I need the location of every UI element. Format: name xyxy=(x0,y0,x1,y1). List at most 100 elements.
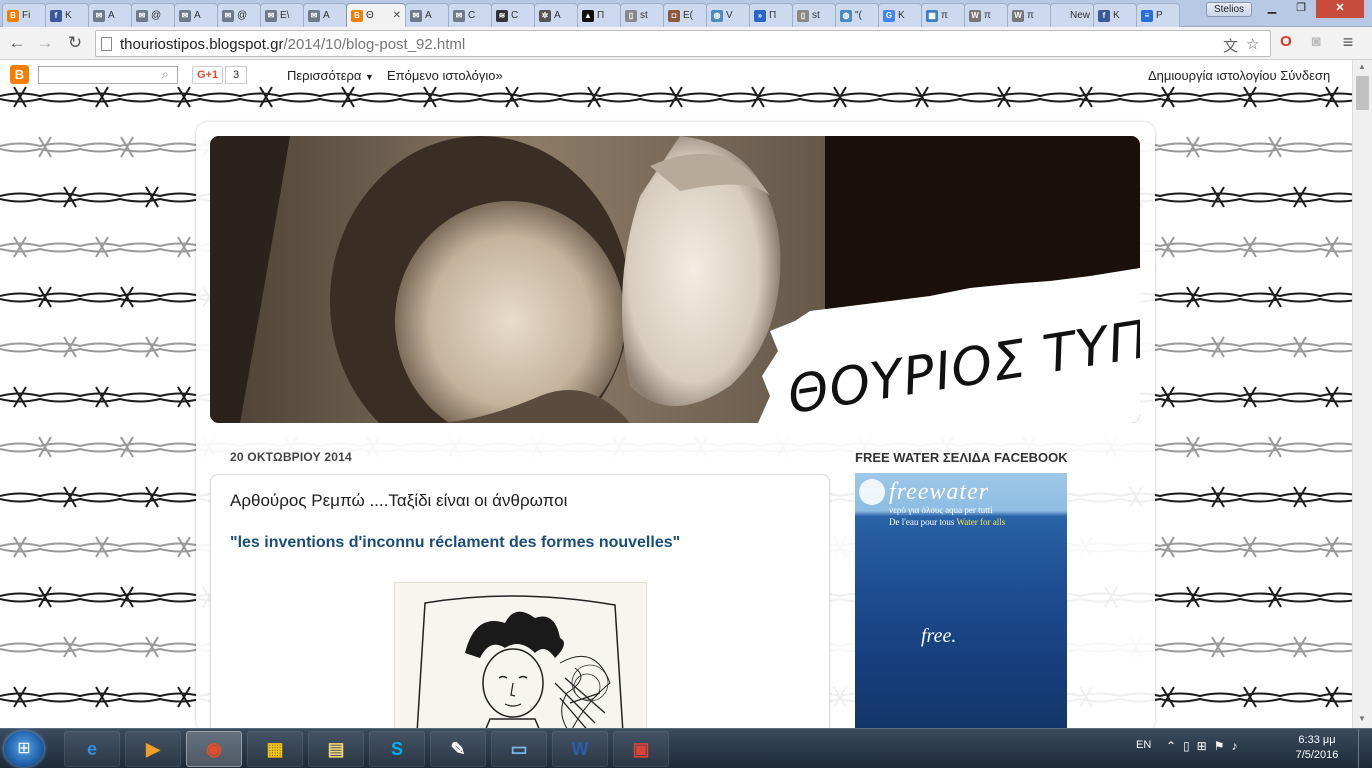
browser-tab[interactable]: ≋ C xyxy=(491,3,535,27)
clock[interactable]: 6:33 μμ 7/5/2016 xyxy=(1282,733,1352,763)
wire-barb xyxy=(177,236,191,258)
taskbar-media-player-icon[interactable]: ▶ xyxy=(125,731,181,767)
reload-button[interactable]: ↻ xyxy=(64,32,86,54)
browser-tab[interactable]: ✉ A xyxy=(303,3,347,27)
browser-tab[interactable]: New xyxy=(1050,3,1094,27)
tab-label: E( xyxy=(683,10,693,21)
taskbar-picture-app-icon[interactable]: ▣ xyxy=(613,731,669,767)
facebook-icon: f xyxy=(50,9,62,22)
language-indicator[interactable]: EN xyxy=(1136,739,1151,751)
camera-extension-icon[interactable]: ◙ xyxy=(1306,32,1326,52)
wire-barb xyxy=(669,86,683,108)
browser-tab[interactable]: » Π xyxy=(749,3,793,27)
browser-tab[interactable]: fK xyxy=(1093,3,1137,27)
create-blog-signin-links[interactable]: Δημιουργία ιστολογίου Σύνδεση xyxy=(1148,68,1330,83)
browser-tab[interactable]: ✲ A xyxy=(534,3,578,27)
gplus-button[interactable]: G+1 xyxy=(192,66,224,84)
tab-label: @ xyxy=(237,10,248,21)
browser-tab[interactable]: ✉ @ xyxy=(217,3,261,27)
back-button[interactable]: ← xyxy=(6,32,28,54)
url-text[interactable]: thouriostipos.blogspot.gr/2014/10/blog-p… xyxy=(120,36,465,53)
maximize-button[interactable]: ❐ xyxy=(1287,0,1315,18)
tab-label: Π xyxy=(597,10,605,21)
bookmark-star-icon[interactable]: ☆ xyxy=(1246,35,1259,53)
search-icon[interactable]: ⌕ xyxy=(162,67,169,82)
gplus-count: 3 xyxy=(225,66,247,84)
browser-tab[interactable]: ✉ E\ xyxy=(260,3,304,27)
browser-tab[interactable]: ▯ st xyxy=(620,3,664,27)
browser-tab[interactable]: ≡ P xyxy=(1136,3,1180,27)
browser-tab[interactable]: ✉ C xyxy=(448,3,492,27)
tab-close-icon[interactable]: ✕ xyxy=(393,10,401,21)
browser-tab[interactable]: ✉ A xyxy=(174,3,218,27)
browser-tab[interactable]: ▲ Π xyxy=(577,3,621,27)
wire-barb xyxy=(1161,386,1175,408)
browser-tab[interactable]: B Fi xyxy=(2,3,46,27)
blog-search-input[interactable] xyxy=(38,66,178,84)
post-quote: "les inventions d'inconnu réclament des … xyxy=(230,534,681,551)
wire-barb xyxy=(13,236,27,258)
forward-button[interactable]: → xyxy=(34,32,56,54)
blog-post: Αρθούρος Ρεμπώ ....Ταξίδι είναι οι άνθρω… xyxy=(210,474,830,728)
browser-tab[interactable]: ✉ A xyxy=(405,3,449,27)
tab-label: "( xyxy=(855,10,862,21)
next-blog-link[interactable]: Επόμενο ιστολόγιο» xyxy=(387,68,503,83)
minimize-button[interactable]: ▁ xyxy=(1258,0,1286,18)
browser-tab[interactable]: ◍ V xyxy=(706,3,750,27)
browser-tab[interactable]: ◘ E( xyxy=(663,3,707,27)
opera-extension-icon[interactable]: O xyxy=(1276,32,1296,52)
tab-label: C xyxy=(511,10,519,21)
window-close-button[interactable]: ✕ xyxy=(1316,0,1364,18)
wire-barb xyxy=(833,86,847,108)
globe-icon: ◍ xyxy=(840,9,852,22)
browser-tab[interactable]: ▯ st xyxy=(792,3,836,27)
taskbar-chrome-icon[interactable]: ◉ xyxy=(186,731,242,767)
browser-tab[interactable]: ✉ @ xyxy=(131,3,175,27)
taskbar-tiles-app-icon[interactable]: ▦ xyxy=(247,731,303,767)
profile-button[interactable]: Stelios xyxy=(1206,2,1252,17)
browser-tab[interactable]: ▦ π xyxy=(921,3,965,27)
freewater-banner[interactable]: freewater νερό για όλους aqua per tutti … xyxy=(855,473,1067,728)
scroll-up-arrow-icon[interactable]: ▲ xyxy=(1358,62,1366,71)
tab-label: A xyxy=(425,10,432,21)
browser-tab[interactable]: fK xyxy=(45,3,89,27)
taskbar-word-icon[interactable]: W xyxy=(552,731,608,767)
wire-barb xyxy=(1161,236,1175,258)
show-desktop-button[interactable] xyxy=(1358,729,1372,768)
wire-barb xyxy=(177,536,191,558)
freewater-line1: νερό για όλους aqua per tutti xyxy=(889,505,993,515)
tray-icons[interactable]: ⌃▯⊞⚑♪ xyxy=(1166,739,1244,753)
rimbaud-sketch-image[interactable] xyxy=(394,582,647,728)
taskbar-skype-icon[interactable]: S xyxy=(369,731,425,767)
browser-tab[interactable]: GK xyxy=(878,3,922,27)
scroll-thumb[interactable] xyxy=(1356,76,1369,110)
page-scrollbar[interactable]: ▲ ▼ xyxy=(1352,60,1372,728)
taskbar-file-explorer-icon[interactable]: ▤ xyxy=(308,731,364,767)
wire-barb xyxy=(1268,286,1282,308)
wire-barb xyxy=(1186,586,1200,608)
mail-icon: ✉ xyxy=(410,9,422,22)
wire-barb xyxy=(915,86,929,108)
blogger-logo-icon[interactable]: B xyxy=(10,65,29,84)
browser-tab[interactable]: B Θ ✕ xyxy=(346,3,406,27)
taskbar-paint-icon[interactable]: ✎ xyxy=(430,731,486,767)
chrome-menu-icon[interactable]: ≡ xyxy=(1338,32,1358,52)
more-menu[interactable]: Περισσότερα ▼ xyxy=(287,68,374,83)
browser-tab[interactable]: Wπ xyxy=(964,3,1008,27)
address-bar[interactable]: thouriostipos.blogspot.gr/2014/10/blog-p… xyxy=(95,30,1271,57)
taskbar-photo-viewer-icon[interactable]: ▭ xyxy=(491,731,547,767)
mail-icon: ✉ xyxy=(453,9,465,22)
wire-barb xyxy=(341,86,355,108)
browser-tab[interactable]: Wπ xyxy=(1007,3,1051,27)
clock-date: 7/5/2016 xyxy=(1295,749,1339,761)
start-button[interactable]: ⊞ xyxy=(4,731,44,767)
translate-icon[interactable]: 文 xyxy=(1223,35,1238,56)
taskbar-internet-explorer-icon[interactable]: e xyxy=(64,731,120,767)
wire-barb xyxy=(1293,186,1307,208)
post-title[interactable]: Αρθούρος Ρεμπώ ....Ταξίδι είναι οι άνθρω… xyxy=(230,491,567,511)
scroll-down-arrow-icon[interactable]: ▼ xyxy=(1358,714,1366,723)
radio-icon: ≋ xyxy=(496,9,508,22)
browser-tab[interactable]: ✉ A xyxy=(88,3,132,27)
blog-header-image[interactable]: ΘΟΥΡΙΟΣ ΤΥΠΟΣ xyxy=(210,136,1140,423)
browser-tab[interactable]: ◍ "( xyxy=(835,3,879,27)
